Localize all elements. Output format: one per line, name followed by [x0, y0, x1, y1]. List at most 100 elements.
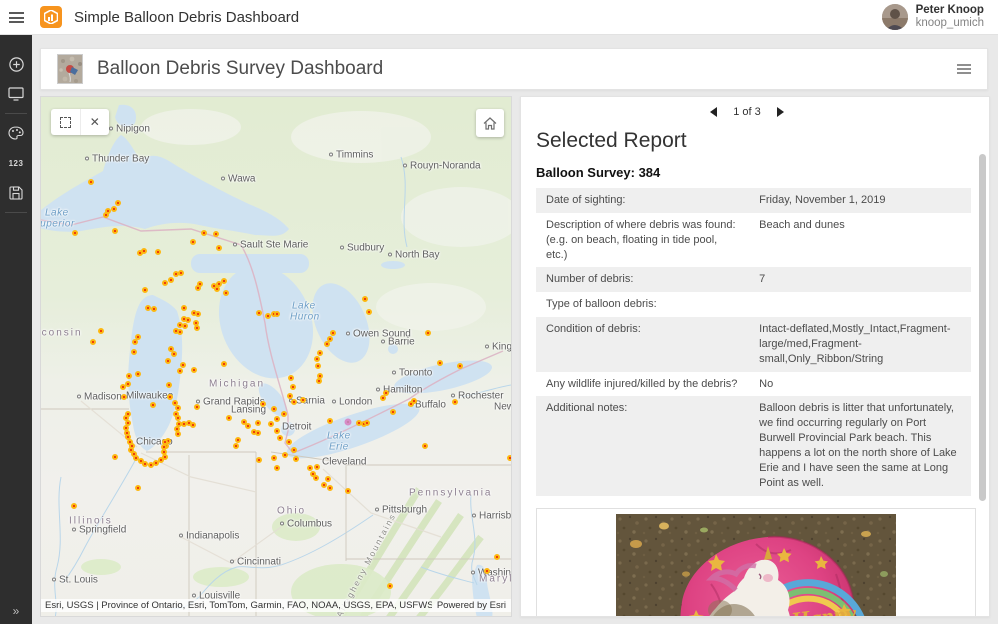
survey-point[interactable] [484, 568, 490, 574]
add-element-button[interactable] [0, 49, 32, 79]
survey-point[interactable] [190, 239, 196, 245]
expand-sidebar-button[interactable]: » [0, 604, 32, 618]
survey-point[interactable] [155, 249, 161, 255]
survey-point[interactable] [293, 456, 299, 462]
survey-point[interactable] [291, 399, 297, 405]
next-page-button[interactable] [776, 107, 784, 117]
survey-point[interactable] [221, 361, 227, 367]
survey-point[interactable] [195, 285, 201, 291]
survey-point[interactable] [345, 488, 351, 494]
survey-point[interactable] [507, 455, 511, 461]
survey-point[interactable] [112, 228, 118, 234]
survey-point[interactable] [98, 328, 104, 334]
survey-point[interactable] [194, 325, 200, 331]
survey-point[interactable] [135, 371, 141, 377]
survey-point[interactable] [195, 311, 201, 317]
survey-point[interactable] [315, 363, 321, 369]
survey-point[interactable] [325, 476, 331, 482]
survey-point[interactable] [137, 250, 143, 256]
survey-point[interactable] [314, 464, 320, 470]
clear-selection-button[interactable]: ✕ [79, 109, 110, 135]
survey-point[interactable] [226, 415, 232, 421]
survey-point[interactable] [260, 401, 266, 407]
app-menu-icon[interactable] [0, 0, 32, 35]
survey-point[interactable] [327, 336, 333, 342]
survey-point[interactable] [132, 339, 138, 345]
survey-point[interactable] [271, 406, 277, 412]
survey-point[interactable] [90, 339, 96, 345]
view-button[interactable] [0, 79, 32, 109]
survey-point[interactable] [288, 375, 294, 381]
save-button[interactable] [0, 178, 32, 208]
survey-point[interactable] [71, 503, 77, 509]
survey-point[interactable] [255, 420, 261, 426]
survey-point[interactable] [103, 212, 109, 218]
survey-point[interactable] [457, 363, 463, 369]
theme-button[interactable] [0, 118, 32, 148]
survey-point[interactable] [233, 443, 239, 449]
survey-point[interactable] [177, 368, 183, 374]
survey-point[interactable] [168, 277, 174, 283]
survey-point[interactable] [452, 399, 458, 405]
survey-point[interactable] [72, 230, 78, 236]
survey-point[interactable] [271, 455, 277, 461]
survey-point[interactable] [245, 423, 251, 429]
survey-point[interactable] [216, 245, 222, 251]
select-by-rectangle-button[interactable] [51, 109, 80, 135]
dashboards-app-logo-icon[interactable] [40, 6, 62, 28]
survey-point[interactable] [316, 378, 322, 384]
survey-point[interactable] [214, 286, 220, 292]
survey-point[interactable] [366, 309, 372, 315]
survey-point[interactable] [314, 356, 320, 362]
survey-point[interactable] [182, 323, 188, 329]
map-panel[interactable]: Nipigon Thunder Bay Wawa Timmins Rouyn-Noran… [40, 96, 512, 617]
survey-point[interactable] [165, 358, 171, 364]
survey-point[interactable] [112, 454, 118, 460]
survey-point[interactable] [282, 452, 288, 458]
survey-point[interactable] [191, 367, 197, 373]
survey-point[interactable] [121, 394, 127, 400]
survey-point[interactable] [274, 311, 280, 317]
survey-point[interactable] [194, 404, 200, 410]
survey-point[interactable] [327, 418, 333, 424]
numeric-settings-button[interactable]: 123 [0, 148, 32, 178]
survey-point[interactable] [387, 583, 393, 589]
user-menu[interactable]: Peter Knoop knoop_umich [881, 4, 984, 30]
survey-point[interactable] [362, 296, 368, 302]
survey-point[interactable] [181, 305, 187, 311]
survey-point[interactable] [330, 330, 336, 336]
map-home-button[interactable] [476, 109, 504, 137]
survey-point[interactable] [162, 280, 168, 286]
attachment-photo[interactable]: Happy Birthday [616, 513, 896, 616]
survey-point[interactable] [422, 443, 428, 449]
survey-point[interactable] [327, 485, 333, 491]
survey-point[interactable] [437, 360, 443, 366]
survey-point[interactable] [383, 390, 389, 396]
survey-point[interactable] [390, 409, 396, 415]
survey-point[interactable] [425, 330, 431, 336]
user-avatar[interactable] [881, 4, 908, 30]
survey-point[interactable] [274, 428, 280, 434]
survey-point[interactable] [213, 231, 219, 237]
survey-point[interactable] [255, 430, 261, 436]
survey-point[interactable] [131, 349, 137, 355]
previous-page-button[interactable] [710, 107, 718, 117]
survey-point[interactable] [151, 306, 157, 312]
survey-point[interactable] [494, 554, 500, 560]
survey-point[interactable] [281, 411, 287, 417]
survey-point[interactable] [300, 397, 306, 403]
survey-point[interactable] [111, 206, 117, 212]
survey-point[interactable] [290, 384, 296, 390]
survey-point[interactable] [274, 465, 280, 471]
survey-point[interactable] [286, 439, 292, 445]
survey-point[interactable] [256, 310, 262, 316]
report-scrollbar[interactable] [979, 154, 986, 501]
survey-point[interactable] [287, 393, 293, 399]
survey-point[interactable] [274, 416, 280, 422]
survey-point[interactable] [175, 431, 181, 437]
dashboard-menu-icon[interactable] [957, 62, 971, 76]
survey-point[interactable] [135, 485, 141, 491]
survey-point[interactable] [277, 435, 283, 441]
survey-point[interactable] [177, 329, 183, 335]
survey-point[interactable] [167, 394, 173, 400]
